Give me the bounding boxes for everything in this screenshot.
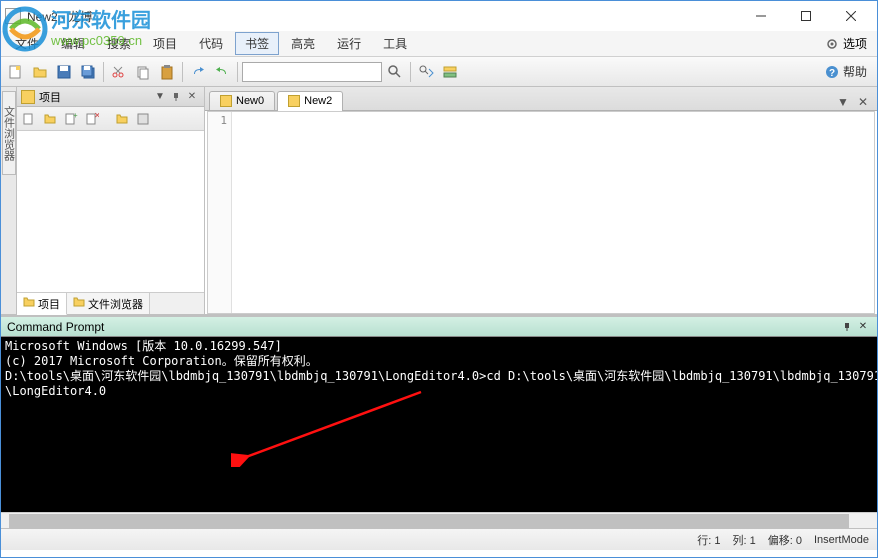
editor-tab-label: New2	[304, 95, 332, 107]
pin-icon	[171, 92, 181, 102]
svg-text:?: ?	[829, 68, 835, 79]
window-title: New2 - 龙博	[27, 8, 738, 25]
panel-pin-button[interactable]	[168, 89, 184, 105]
toolbar-new-button[interactable]	[5, 61, 27, 83]
status-mode: InsertMode	[814, 534, 869, 546]
toolbar-findnext-button[interactable]	[415, 61, 437, 83]
main-toolbar: ? 帮助	[1, 57, 877, 87]
close-button[interactable]	[828, 2, 873, 30]
code-editor[interactable]	[232, 112, 874, 313]
menu-tools[interactable]: 工具	[373, 32, 417, 55]
status-offset: 偏移: 0	[768, 532, 802, 548]
gear-icon	[825, 37, 839, 51]
terminal-line: \LongEditor4.0	[5, 384, 873, 399]
scrollbar-thumb[interactable]	[9, 514, 849, 528]
output-panel: Command Prompt ✕ Microsoft Windows [版本 1…	[1, 314, 877, 528]
output-title-label: Command Prompt	[7, 320, 839, 334]
project-panel-title: 项目 ▼ ✕	[17, 87, 204, 107]
project-new-button[interactable]	[19, 109, 39, 129]
svg-text:✕: ✕	[94, 112, 99, 120]
project-open-button[interactable]	[40, 109, 60, 129]
bottom-tab-browser-label: 文件浏览器	[88, 296, 143, 312]
terminal-scrollbar[interactable]	[1, 512, 877, 528]
folder-icon	[21, 90, 35, 104]
menu-options-label: 选项	[843, 35, 867, 52]
toolbar-open-button[interactable]	[29, 61, 51, 83]
file-icon	[288, 95, 300, 107]
status-bar: 行: 1 列: 1 偏移: 0 InsertMode	[1, 528, 877, 550]
line-gutter: 1	[208, 112, 232, 313]
editor-body: 1	[207, 111, 875, 314]
terminal-line: D:\tools\桌面\河东软件园\lbdmbjq_130791\lbdmbjq…	[5, 369, 873, 384]
toolbar-copy-button[interactable]	[132, 61, 154, 83]
toolbar-help-button[interactable]: ? 帮助	[819, 61, 873, 82]
menu-run[interactable]: 运行	[327, 32, 371, 55]
menu-code[interactable]: 代码	[189, 32, 233, 55]
bottom-tab-browser[interactable]: 文件浏览器	[67, 293, 150, 314]
menu-file[interactable]: 文件	[5, 32, 49, 55]
toolbar-paste-button[interactable]	[156, 61, 178, 83]
title-bar: New2 - 龙博	[1, 1, 877, 31]
editor-tab-new0[interactable]: New0	[209, 91, 275, 110]
app-icon	[5, 8, 21, 24]
toolbar-redo-button[interactable]	[211, 61, 233, 83]
editor-tab-dropdown[interactable]: ▼	[835, 94, 851, 110]
output-close-button[interactable]: ✕	[855, 319, 871, 335]
project-panel-label: 项目	[39, 89, 152, 105]
folder-icon	[73, 296, 85, 311]
editor-tab-close[interactable]: ✕	[855, 94, 871, 110]
editor-tabbar: New0 New2 ▼ ✕	[205, 87, 877, 111]
line-number: 1	[208, 114, 227, 127]
bottom-tab-project[interactable]: 项目	[17, 293, 67, 315]
maximize-button[interactable]	[783, 2, 828, 30]
menu-project[interactable]: 项目	[143, 32, 187, 55]
menu-bar: 文件 编辑 搜索 项目 代码 书签 高亮 运行 工具 选项	[1, 31, 877, 57]
project-panel: 项目 ▼ ✕ + ✕ 项目 文件浏览器	[17, 87, 205, 314]
output-pin-button[interactable]	[839, 319, 855, 335]
menu-options[interactable]: 选项	[819, 33, 873, 54]
toolbar-help-label: 帮助	[843, 63, 867, 80]
file-icon	[220, 95, 232, 107]
project-folder-button[interactable]	[112, 109, 132, 129]
terminal-output[interactable]: Microsoft Windows [版本 10.0.16299.547] (c…	[1, 337, 877, 512]
vertical-tab-browser[interactable]: 文件浏览器	[2, 91, 16, 175]
status-row: 行: 1	[697, 532, 720, 548]
project-remove-button[interactable]: ✕	[82, 109, 102, 129]
main-area: 文件浏览器 项目 ▼ ✕ + ✕ 项目	[1, 87, 877, 314]
sidebar-vertical-tabs: 文件浏览器	[1, 87, 17, 314]
project-add-button[interactable]: +	[61, 109, 81, 129]
search-icon	[387, 64, 403, 80]
toolbar-save-button[interactable]	[53, 61, 75, 83]
annotation-arrow	[231, 387, 431, 467]
output-panel-title: Command Prompt ✕	[1, 317, 877, 337]
terminal-line: (c) 2017 Microsoft Corporation。保留所有权利。	[5, 354, 873, 369]
toolbar-search-button[interactable]	[384, 61, 406, 83]
project-tree[interactable]	[17, 131, 204, 292]
menu-search[interactable]: 搜索	[97, 32, 141, 55]
svg-text:+: +	[73, 112, 78, 120]
pin-icon	[842, 322, 852, 332]
menu-highlight[interactable]: 高亮	[281, 32, 325, 55]
status-col: 列: 1	[733, 532, 756, 548]
toolbar-saveall-button[interactable]	[77, 61, 99, 83]
terminal-line: Microsoft Windows [版本 10.0.16299.547]	[5, 339, 873, 354]
toolbar-replace-button[interactable]	[439, 61, 461, 83]
minimize-button[interactable]	[738, 2, 783, 30]
toolbar-cut-button[interactable]	[108, 61, 130, 83]
editor-area: New0 New2 ▼ ✕ 1	[205, 87, 877, 314]
toolbar-undo-button[interactable]	[187, 61, 209, 83]
panel-dropdown-button[interactable]: ▼	[152, 89, 168, 105]
menu-bookmarks[interactable]: 书签	[235, 32, 279, 55]
project-bottom-tabs: 项目 文件浏览器	[17, 292, 204, 314]
help-icon: ?	[825, 65, 839, 79]
bottom-tab-project-label: 项目	[38, 296, 60, 312]
editor-tab-label: New0	[236, 95, 264, 107]
toolbar-search-input[interactable]	[242, 62, 382, 82]
project-settings-button[interactable]	[133, 109, 153, 129]
project-panel-toolbar: + ✕	[17, 107, 204, 131]
editor-tab-new2[interactable]: New2	[277, 91, 343, 111]
menu-edit[interactable]: 编辑	[51, 32, 95, 55]
folder-icon	[23, 296, 35, 311]
panel-close-button[interactable]: ✕	[184, 89, 200, 105]
